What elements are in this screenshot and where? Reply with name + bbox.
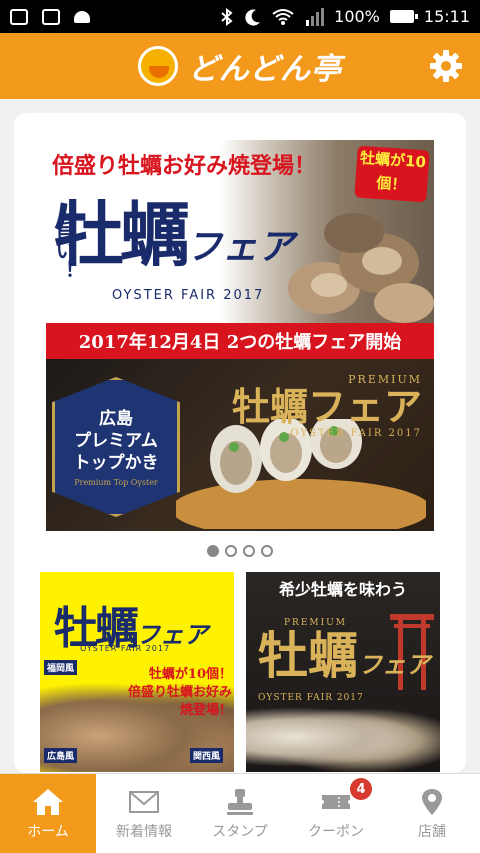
thumb1-sticker: 牡蠣が10個！ (148, 667, 232, 682)
premium-title: 牡蠣フェア (231, 384, 422, 429)
app-logo: どんどん亭 (137, 44, 343, 88)
banner-subtitle: OYSTER FAIR 2017 (112, 288, 265, 303)
nav-news-label: 新着情報 (116, 823, 172, 840)
stamp-icon (227, 788, 253, 815)
oyster-pile-image (288, 213, 434, 323)
thumb2-oyster-image (246, 702, 440, 772)
bluetooth-icon (221, 7, 233, 26)
android-icon (74, 10, 90, 23)
nav-stamp[interactable]: スタンプ (192, 774, 288, 853)
home-content-card: 倍盛り牡蠣お好み焼登場！ 牡蠣が10個！ 旨い！ 牡蠣フェア OYSTER FA… (14, 113, 466, 773)
screen-mirror-icon (10, 8, 28, 25)
nav-stamp-label: スタンプ (212, 823, 268, 840)
carousel-dot-3[interactable] (243, 545, 255, 557)
app-header: どんどん亭 (0, 33, 480, 99)
thumb1-tag-hiroshima: 広島風 (44, 748, 78, 763)
fair-date-bar: 2017年12月4日 2つの牡蠣フェア開始 (46, 323, 434, 359)
coupon-icon (322, 794, 350, 809)
badge-line-1: 広島 (99, 408, 133, 429)
thumb2-premium-title: PREMIUM 牡蠣フェア OYSTER FAIR 2017 (258, 618, 430, 703)
location-pin-icon (422, 788, 442, 815)
oyster-okonomiyaki-thumbnail[interactable]: 牡蠣フェア OYSTER FAIR 2017 牡蠣が10個！ 倍盛り牡蠣お好み焼… (40, 572, 234, 772)
logo-text: どんどん亭 (187, 52, 343, 87)
settings-gear-icon[interactable] (428, 48, 464, 84)
oyster-fair-banner[interactable]: 倍盛り牡蠣お好み焼登場！ 牡蠣が10個！ 旨い！ 牡蠣フェア OYSTER FA… (46, 140, 434, 323)
premium-subtitle: OYSTER FAIR 2017 (290, 428, 422, 439)
home-icon (33, 788, 63, 815)
thumb1-copy-text: 倍盛り牡蠣お好み焼登場！ (127, 685, 232, 718)
nav-news[interactable]: 新着情報 (96, 774, 192, 853)
badge-line-2: プレミアム (74, 430, 158, 451)
coupon-count-badge: 4 (350, 778, 372, 800)
banner-title: 牡蠣フェア (54, 190, 294, 292)
hiroshima-premium-badge: 広島 プレミアム トップかき Premium Top Oyster (52, 377, 180, 517)
nav-store[interactable]: 店舗 (384, 774, 480, 853)
nav-coupon-label: クーポン (308, 823, 364, 840)
rare-oyster-thumbnail[interactable]: 希少牡蠣を味わう PREMIUM 牡蠣フェア OYSTER FAIR 2017 (246, 572, 440, 772)
status-bar: 100% 15:11 (0, 0, 480, 33)
mail-icon (129, 790, 159, 813)
battery-percent: 100% (334, 7, 380, 26)
signal-icon (306, 7, 325, 26)
thumb2-title-suffix: フェア (358, 650, 430, 679)
thumb1-tag-kansai: 関西風 (190, 748, 224, 763)
bottom-navigation: ホーム 新着情報 スタンプ クーポン 4 店舗 (0, 773, 480, 853)
premium-fair-title: PREMIUM 牡蠣フェア OYSTER FAIR 2017 (232, 373, 422, 439)
thumb2-headline: 希少牡蠣を味わう (278, 580, 407, 599)
banner-title-main: 牡蠣 (54, 193, 190, 276)
banner-headline: 倍盛り牡蠣お好み焼登場！ (52, 153, 317, 179)
premium-oyster-banner[interactable]: 広島 プレミアム トップかき Premium Top Oyster PREMIU… (46, 359, 434, 531)
moon-icon (245, 9, 261, 26)
thumb1-tag-fukuoka: 福岡風 (44, 660, 78, 675)
carousel-indicator (14, 545, 466, 557)
status-time: 15:11 (423, 7, 470, 26)
logo-mark-icon (137, 46, 178, 86)
nav-home-label: ホーム (27, 823, 69, 840)
nav-store-label: 店舗 (418, 823, 446, 840)
banner-title-suffix: フェア (186, 226, 295, 268)
thumb1-subtitle: OYSTER FAIR 2017 (80, 644, 171, 653)
thumb2-title-main: 牡蠣 (258, 626, 358, 685)
thumb1-copy: 牡蠣が10個！ 倍盛り牡蠣お好み焼登場！ (124, 666, 232, 720)
carousel-dot-1[interactable] (207, 545, 219, 557)
carousel-dot-2[interactable] (225, 545, 237, 557)
carousel-dot-4[interactable] (261, 545, 273, 557)
image-icon (42, 8, 60, 25)
badge-subtitle: Premium Top Oyster (74, 477, 158, 487)
nav-coupon[interactable]: クーポン 4 (288, 774, 384, 853)
badge-line-3: トップかき (73, 452, 159, 473)
thumb2-title: 牡蠣フェア (258, 628, 430, 693)
wifi-icon (272, 8, 294, 25)
nav-home[interactable]: ホーム (0, 774, 96, 853)
battery-icon (389, 10, 418, 23)
